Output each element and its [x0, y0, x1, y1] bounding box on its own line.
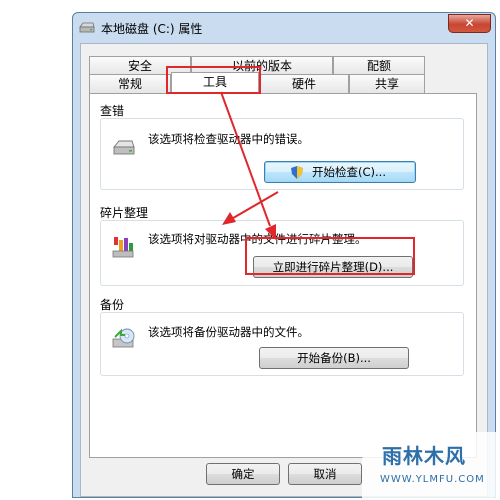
error-check-description: 该选项将检查驱动器中的错误。 — [148, 132, 309, 146]
watermark-text: 雨林木风 — [382, 444, 466, 468]
tab-sharing[interactable]: 共享 — [349, 74, 425, 93]
watermark-sub: WWW.YLMFU.COM — [380, 474, 485, 485]
annotation-box-tools-tab — [166, 66, 261, 94]
backup-icon — [112, 328, 135, 348]
watermark: 雨林木风 WWW.YLMFU.COM — [362, 432, 500, 500]
close-button[interactable]: ✕ — [448, 14, 491, 33]
backup-description: 该选项将备份驱动器中的文件。 — [148, 325, 309, 339]
group-title-error-check: 查错 — [100, 104, 125, 118]
error-check-group: 该选项将检查驱动器中的错误。 开始检查(C)... — [100, 118, 464, 190]
title-bar[interactable]: 本地磁盘 (C:) 属性 ✕ — [73, 13, 495, 43]
defrag-icon — [112, 237, 134, 258]
annotation-box-defrag-button — [245, 237, 415, 275]
group-title-defrag: 碎片整理 — [100, 206, 149, 220]
drive-icon — [113, 140, 135, 155]
tools-tab-panel: 查错 该选项将检查驱动器中的错误。 开始检查(C)... 碎片整理 该选项将对驱… — [89, 93, 477, 458]
start-check-label: 开始检查(C)... — [312, 165, 386, 179]
tab-general[interactable]: 常规 — [89, 74, 171, 93]
window-title: 本地磁盘 (C:) 属性 — [101, 22, 203, 36]
start-check-button[interactable]: 开始检查(C)... — [264, 161, 416, 183]
cancel-button[interactable]: 取消 — [288, 463, 362, 485]
shield-icon — [291, 166, 303, 179]
ok-button[interactable]: 确定 — [206, 463, 280, 485]
start-backup-button[interactable]: 开始备份(B)... — [259, 347, 409, 369]
tab-hardware[interactable]: 硬件 — [259, 74, 349, 93]
group-title-backup: 备份 — [100, 298, 125, 312]
backup-group: 该选项将备份驱动器中的文件。 开始备份(B)... — [100, 312, 464, 376]
tab-quota[interactable]: 配额 — [333, 56, 425, 75]
drive-icon — [79, 22, 95, 33]
